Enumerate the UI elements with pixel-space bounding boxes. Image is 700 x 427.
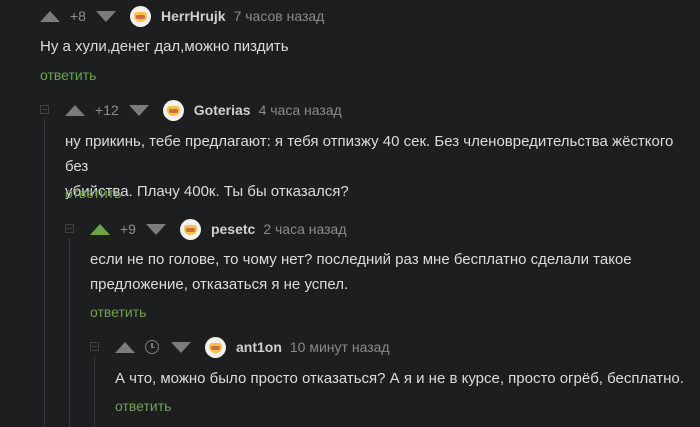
thread-line bbox=[44, 120, 45, 427]
upvote-icon[interactable] bbox=[115, 341, 135, 353]
comment-text-line: предложение, отказаться я не успел. bbox=[90, 276, 349, 293]
collapse-icon[interactable] bbox=[90, 342, 99, 351]
collapse-icon[interactable] bbox=[65, 224, 74, 233]
comment-author[interactable]: ant1on bbox=[236, 339, 282, 355]
downvote-icon[interactable] bbox=[95, 10, 116, 22]
downvote-icon[interactable] bbox=[145, 223, 166, 235]
comment-time: 2 часа назад bbox=[263, 221, 347, 237]
comment-header: +12 Goterias 4 часа назад bbox=[65, 99, 342, 121]
downvote-icon[interactable] bbox=[171, 341, 191, 353]
collapse-icon[interactable] bbox=[40, 105, 49, 114]
comment-rating: +8 bbox=[70, 8, 86, 24]
avatar[interactable] bbox=[129, 5, 151, 27]
clock-icon bbox=[145, 340, 159, 354]
comment-text-line: Ну а хули,денег дал,можно пиздить bbox=[40, 38, 289, 55]
thread-line bbox=[69, 238, 70, 427]
comment-rating: +12 bbox=[95, 102, 119, 118]
comment-author[interactable]: HerrHrujk bbox=[161, 8, 226, 24]
reply-button[interactable]: ответить bbox=[65, 185, 121, 201]
downvote-icon[interactable] bbox=[128, 104, 149, 116]
comment-time: 10 минут назад bbox=[289, 339, 390, 355]
comment-time: 4 часа назад bbox=[258, 102, 342, 118]
comment-text: ну прикинь, тебе предлагают: я тебя отпи… bbox=[65, 129, 700, 204]
thread-line bbox=[94, 356, 95, 427]
comment-text: если не по голове, то чому нет? последни… bbox=[90, 247, 632, 297]
reply-button[interactable]: ответить bbox=[115, 398, 171, 414]
comment-header: +9 pesetc 2 часа назад bbox=[90, 218, 347, 240]
reply-button[interactable]: ответить bbox=[40, 67, 96, 83]
comment-time: 7 часов назад bbox=[233, 8, 325, 24]
comment-text-line: если не по голове, то чому нет? последни… bbox=[90, 251, 632, 268]
upvote-icon[interactable] bbox=[90, 223, 110, 235]
comment-header: +8 HerrHrujk 7 часов назад bbox=[40, 5, 325, 27]
comment-text-line: А что, можно было просто отказаться? А я… bbox=[115, 370, 684, 387]
upvote-icon[interactable] bbox=[40, 10, 60, 22]
comment-text-line: убийства. Плачу 400к. Ты бы отказался? bbox=[65, 183, 349, 200]
comment-text-line: ну прикинь, тебе предлагают: я тебя отпи… bbox=[65, 133, 674, 175]
upvote-icon[interactable] bbox=[65, 104, 85, 116]
comment-rating: +9 bbox=[120, 221, 136, 237]
reply-button[interactable]: ответить bbox=[90, 304, 146, 320]
comment-text: Ну а хули,денег дал,можно пиздить bbox=[40, 34, 289, 59]
avatar[interactable] bbox=[179, 218, 201, 240]
comment-author[interactable]: Goterias bbox=[194, 102, 251, 118]
comment-header: ant1on 10 минут назад bbox=[115, 336, 390, 358]
avatar[interactable] bbox=[205, 336, 226, 358]
avatar[interactable] bbox=[162, 99, 184, 121]
comment-author[interactable]: pesetc bbox=[211, 221, 255, 237]
comment-text: А что, можно было просто отказаться? А я… bbox=[115, 366, 684, 391]
